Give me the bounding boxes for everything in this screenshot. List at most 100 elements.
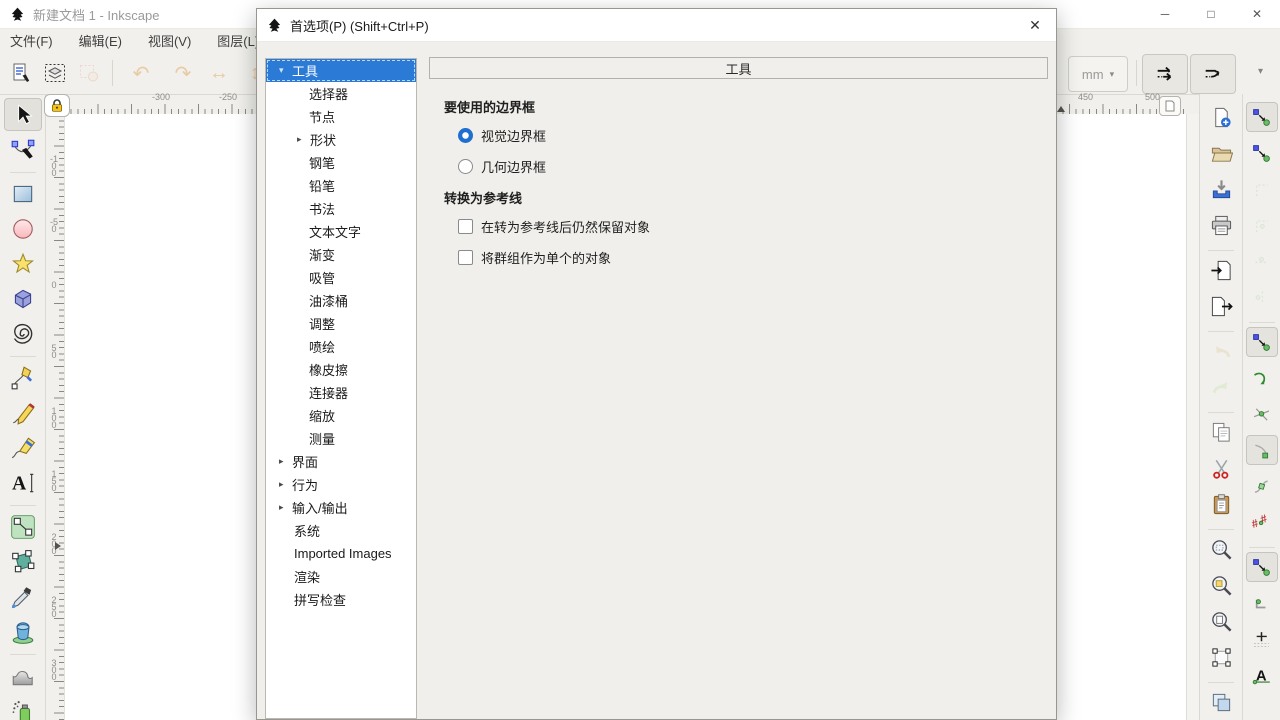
menu-item-0[interactable]: 文件(F) (10, 31, 53, 50)
snap-others[interactable] (1246, 552, 1278, 582)
tool-pen[interactable] (4, 361, 42, 394)
command-export[interactable] (1205, 291, 1237, 321)
snap-rotation-centers[interactable] (1246, 588, 1278, 618)
tool-spiral[interactable] (4, 317, 42, 350)
pref-tree-item-connector[interactable]: 连接器 (266, 381, 416, 404)
menu-item-2[interactable]: 视图(V) (148, 31, 191, 50)
tool-ellipse[interactable] (4, 212, 42, 245)
pref-tree-item-imported-images[interactable]: Imported Images (266, 542, 416, 565)
tool-spray[interactable] (4, 694, 42, 720)
command-copy[interactable] (1205, 417, 1237, 447)
command-save[interactable] (1205, 174, 1237, 204)
command-zoom-drawing[interactable] (1205, 570, 1237, 600)
pref-tree-item-text[interactable]: 文本文字 (266, 220, 416, 243)
pref-tree-item-gradient[interactable]: 渐变 (266, 243, 416, 266)
command-duplicate[interactable] (1205, 687, 1237, 717)
pref-tree-item-interface[interactable]: ▸界面 (266, 450, 416, 473)
pref-tree-item-node[interactable]: 节点 (266, 105, 416, 128)
snap-text-baseline[interactable]: A (1246, 660, 1278, 690)
radio-geometric-bbox[interactable]: 几何边界框 (458, 157, 1048, 176)
pref-tree-item-pen[interactable]: 钢笔 (266, 151, 416, 174)
unit-dropdown[interactable]: mm ▾ (1068, 56, 1128, 92)
checkbox[interactable] (458, 250, 473, 265)
checkbox-group-single-object[interactable]: 将群组作为单个的对象 (458, 248, 1048, 267)
command-import[interactable] (1205, 255, 1237, 285)
menu-item-3[interactable]: 图层(L) (217, 31, 259, 50)
snap-midpoints[interactable]: ## (1246, 507, 1278, 537)
checkbox-keep-objects[interactable]: 在转为参考线后仍然保留对象 (458, 217, 1048, 236)
command-paste[interactable] (1205, 489, 1237, 519)
canvas[interactable] (64, 114, 257, 720)
snap-bbox-centers[interactable] (1246, 282, 1278, 312)
move-curve-button[interactable] (1190, 54, 1236, 94)
tool-tweak[interactable] (4, 545, 42, 578)
pref-tree-item-spray[interactable]: 喷绘 (266, 335, 416, 358)
dialog-close-button[interactable]: ✕ (1018, 9, 1052, 41)
lock-guides-button[interactable] (44, 94, 70, 117)
tool-connector[interactable] (4, 510, 42, 543)
pref-tree-item-tools[interactable]: ▾工具 (266, 59, 416, 82)
close-button[interactable]: ✕ (1234, 0, 1280, 28)
snap-smooth-nodes[interactable] (1246, 471, 1278, 501)
vertical-scrollbar[interactable] (1186, 114, 1200, 720)
tool-dropper[interactable] (4, 580, 42, 613)
select-all-layers-button[interactable] (40, 58, 70, 88)
pref-tree-item-tweak[interactable]: 调整 (266, 312, 416, 335)
expand-icon[interactable]: ▸ (279, 479, 292, 490)
pref-tree-item-selector[interactable]: 选择器 (266, 82, 416, 105)
tool-calligraphy[interactable] (4, 431, 42, 464)
rotate-ccw-button[interactable]: ↶ (126, 58, 156, 88)
tool-eraser[interactable] (4, 659, 42, 692)
collapse-icon[interactable]: ▾ (279, 65, 292, 76)
pref-tree-item-shapes[interactable]: ▸形状 (266, 128, 416, 151)
tool-text[interactable]: A (4, 466, 42, 499)
rotate-cw-button[interactable]: ↷ (168, 58, 198, 88)
radio-visual-bbox[interactable]: 视觉边界框 (458, 126, 1048, 145)
maximize-button[interactable]: □ (1188, 0, 1234, 28)
snap-enable[interactable] (1246, 102, 1278, 132)
expand-icon[interactable]: ▸ (297, 134, 310, 145)
radio-button[interactable] (458, 128, 473, 143)
pref-tree-item-dropper[interactable]: 吸管 (266, 266, 416, 289)
command-undo[interactable] (1205, 336, 1237, 366)
radio-button[interactable] (458, 159, 473, 174)
tool-star[interactable] (4, 247, 42, 280)
pref-tree-item-paint-bucket[interactable]: 油漆桶 (266, 289, 416, 312)
command-zoom-page[interactable] (1205, 606, 1237, 636)
checkbox[interactable] (458, 219, 473, 234)
pref-tree-item-behavior[interactable]: ▸行为 (266, 473, 416, 496)
move-next-layer-button[interactable] (1142, 54, 1188, 94)
snap-path-intersections[interactable] (1246, 399, 1278, 429)
expand-icon[interactable]: ▸ (279, 456, 292, 467)
command-fit-selection[interactable] (1205, 642, 1237, 672)
pref-tree-item-rendering[interactable]: 渲染 (266, 565, 416, 588)
vertical-ruler[interactable]: -100-50050100150200250300 (50, 114, 65, 720)
tool-paint-bucket[interactable] (4, 615, 42, 648)
snap-grids[interactable] (1246, 624, 1278, 654)
minimize-button[interactable]: ─ (1142, 0, 1188, 28)
snap-bbox-edge-midpoints[interactable] (1246, 246, 1278, 276)
canvas[interactable] (1057, 114, 1186, 720)
command-new-document[interactable] (1205, 102, 1237, 132)
pref-tree-item-pencil[interactable]: 铅笔 (266, 174, 416, 197)
pref-tree-item-zoom[interactable]: 缩放 (266, 404, 416, 427)
pref-tree-item-spellcheck[interactable]: 拼写检查 (266, 588, 416, 611)
command-zoom-selection[interactable] (1205, 534, 1237, 564)
snap-bbox-edges[interactable] (1246, 174, 1278, 204)
command-print[interactable] (1205, 210, 1237, 240)
pref-tree-item-measure[interactable]: 测量 (266, 427, 416, 450)
toolbar-overflow-icon[interactable]: ▾ (1258, 66, 1263, 77)
snap-nodes[interactable] (1246, 327, 1278, 357)
deselect-button[interactable] (74, 58, 104, 88)
tool-node-editor[interactable] (4, 133, 42, 166)
snap-bbox-corners[interactable] (1246, 210, 1278, 240)
pref-tree-item-calligraphy[interactable]: 书法 (266, 197, 416, 220)
tool-rectangle[interactable] (4, 177, 42, 210)
menu-item-1[interactable]: 编辑(E) (79, 31, 122, 50)
snap-paths[interactable] (1246, 363, 1278, 393)
command-redo[interactable] (1205, 372, 1237, 402)
pref-tree-item-input-output[interactable]: ▸输入/输出 (266, 496, 416, 519)
pref-tree-item-system[interactable]: 系统 (266, 519, 416, 542)
pref-tree-item-eraser[interactable]: 橡皮擦 (266, 358, 416, 381)
select-all-button[interactable] (6, 58, 36, 88)
